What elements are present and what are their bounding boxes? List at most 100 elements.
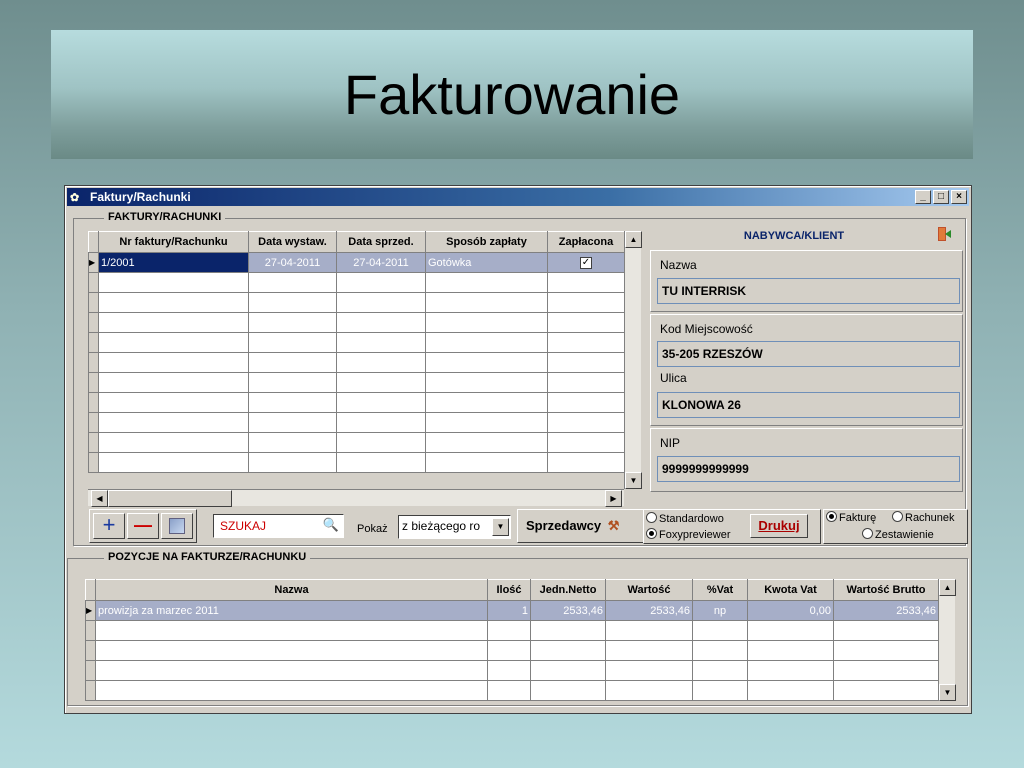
document-type-panel: Fakturę Rachunek Zestawienie [823,509,968,544]
positions-group-label: POZYCJE NA FAKTURZE/RACHUNKU [104,551,311,563]
maximize-button[interactable]: □ [933,190,949,204]
search-value: SZUKAJ [220,519,267,533]
client-title: NABYWCA/KLIENT [743,230,845,242]
scroll-left-icon[interactable]: ◀ [91,490,108,507]
search-input[interactable]: SZUKAJ 🔍 [213,514,344,538]
row-pointer-icon: ▶ [85,600,96,621]
col-brutto[interactable]: Wartość Brutto [833,579,939,601]
client-city-field[interactable]: 35-205 RZESZÓW [657,341,960,367]
client-name-block: Nazwa TU INTERRISK [650,250,963,312]
table-row[interactable] [85,660,939,681]
client-street-field[interactable]: KLONOWA 26 [657,392,960,418]
show-select-value: z bieżącego ro [402,519,481,533]
col-sposob[interactable]: Sposób zapłaty [425,231,548,253]
col-data-wystaw[interactable]: Data wystaw. [248,231,337,253]
print-button[interactable]: Drukuj [750,514,808,538]
show-select[interactable]: z bieżącego ro ▼ [398,515,511,539]
cell-kwota-vat[interactable]: 0,00 [747,600,834,621]
table-row[interactable] [85,640,939,661]
window-title: Faktury/Rachunki [90,190,191,204]
scroll-up-icon[interactable]: ▲ [625,231,642,248]
cell-wartosc[interactable]: 2533,46 [605,600,693,621]
search-icon[interactable]: 🔍 [323,517,339,533]
show-label: Pokaż [357,523,388,535]
table-row[interactable] [88,452,625,473]
table-row[interactable]: ▶ 1/2001 27-04-2011 27-04-2011 Gotówka ✓ [88,252,625,273]
cell-ilosc[interactable]: 1 [487,600,531,621]
edit-button[interactable] [161,513,193,539]
table-row[interactable] [85,680,939,701]
print-mode-panel: Standardowo Foxypreviewer Drukuj [643,509,821,544]
col-wartosc[interactable]: Wartość [605,579,693,601]
paid-checkbox[interactable]: ✓ [580,257,592,269]
scroll-down-icon[interactable]: ▼ [939,684,956,701]
table-row[interactable] [88,432,625,453]
cell-vat[interactable]: np [692,600,748,621]
scroll-right-icon[interactable]: ▶ [605,490,622,507]
invoices-window: ✿ Faktury/Rachunki _ □ × FAKTURY/RACHUNK… [64,185,972,714]
col-kwota-vat[interactable]: Kwota Vat [747,579,834,601]
col-ilosc[interactable]: Ilość [487,579,531,601]
slide-header: Fakturowanie [51,30,973,159]
invoices-vscrollbar[interactable]: ▲ ▼ [624,231,642,489]
client-city-label: Kod Miejscowość [660,322,753,336]
minimize-button[interactable]: _ [915,190,931,204]
client-nip-field[interactable]: 9999999999999 [657,456,960,482]
client-nip-block: NIP 9999999999999 [650,428,963,492]
table-row[interactable]: ▶ prowizja za marzec 2011 1 2533,46 2533… [85,600,939,621]
positions-table: Nazwa Ilość Jedn.Netto Wartość %Vat Kwot… [85,579,939,701]
sellers-label: Sprzedawcy [526,518,602,533]
type-bill-option[interactable]: Rachunek [892,511,955,524]
col-vat[interactable]: %Vat [692,579,748,601]
type-invoice-option[interactable]: Fakturę [826,511,876,524]
exit-icon[interactable] [936,226,952,242]
cell-brutto[interactable]: 2533,46 [833,600,939,621]
col-data-sprzed[interactable]: Data sprzed. [336,231,426,253]
client-street-label: Ulica [660,371,687,385]
type-summary-option[interactable]: Zestawienie [862,528,934,541]
table-row[interactable] [88,392,625,413]
table-row[interactable] [88,272,625,293]
chevron-down-icon[interactable]: ▼ [492,518,509,536]
invoices-table: Nr faktury/Rachunku Data wystaw. Data sp… [88,231,625,473]
sellers-button[interactable]: Sprzedawcy ⚒ [517,509,647,543]
col-nr[interactable]: Nr faktury/Rachunku [98,231,249,253]
cell-data-sprzed[interactable]: 27-04-2011 [336,252,426,273]
cell-jedn-netto[interactable]: 2533,46 [530,600,606,621]
hscroll-thumb[interactable] [108,490,232,507]
window-controls: _ □ × [915,190,967,204]
print-standard-option[interactable]: Standardowo [646,512,724,525]
table-row[interactable] [88,312,625,333]
cell-sposob[interactable]: Gotówka [425,252,548,273]
window-titlebar[interactable]: ✿ Faktury/Rachunki _ □ × [67,188,969,206]
table-row[interactable] [88,372,625,393]
col-zaplacona[interactable]: Zapłacona [547,231,625,253]
col-jedn-netto[interactable]: Jedn.Netto [530,579,606,601]
slide-title: Fakturowanie [343,63,681,126]
invoices-group-label: FAKTURY/RACHUNKI [104,211,226,223]
table-row[interactable] [88,332,625,353]
invoices-hscrollbar[interactable]: ◀ ▶ [88,489,624,507]
positions-vscrollbar[interactable]: ▲ ▼ [938,579,956,701]
client-panel: NABYWCA/KLIENT Nazwa TU INTERRISK Kod Mi… [644,224,965,497]
remove-button[interactable]: — [127,513,159,539]
cell-nr[interactable]: 1/2001 [98,252,249,273]
table-row[interactable] [88,412,625,433]
table-row[interactable] [88,292,625,313]
close-button[interactable]: × [951,190,967,204]
table-row[interactable] [85,620,939,641]
client-address-block: Kod Miejscowość 35-205 RZESZÓW Ulica KLO… [650,314,963,426]
print-foxy-option[interactable]: Foxypreviewer [646,528,731,541]
client-name-field[interactable]: TU INTERRISK [657,278,960,304]
col-nazwa[interactable]: Nazwa [95,579,488,601]
edit-icon [169,518,185,534]
scroll-up-icon[interactable]: ▲ [939,579,956,596]
cell-data-wystaw[interactable]: 27-04-2011 [248,252,337,273]
app-icon: ✿ [70,191,80,204]
add-button[interactable]: + [93,513,125,539]
cell-nazwa[interactable]: prowizja za marzec 2011 [95,600,488,621]
table-row[interactable] [88,352,625,373]
scroll-down-icon[interactable]: ▼ [625,472,642,489]
cell-zaplacona[interactable]: ✓ [547,252,625,273]
row-indicator-header [88,231,99,253]
